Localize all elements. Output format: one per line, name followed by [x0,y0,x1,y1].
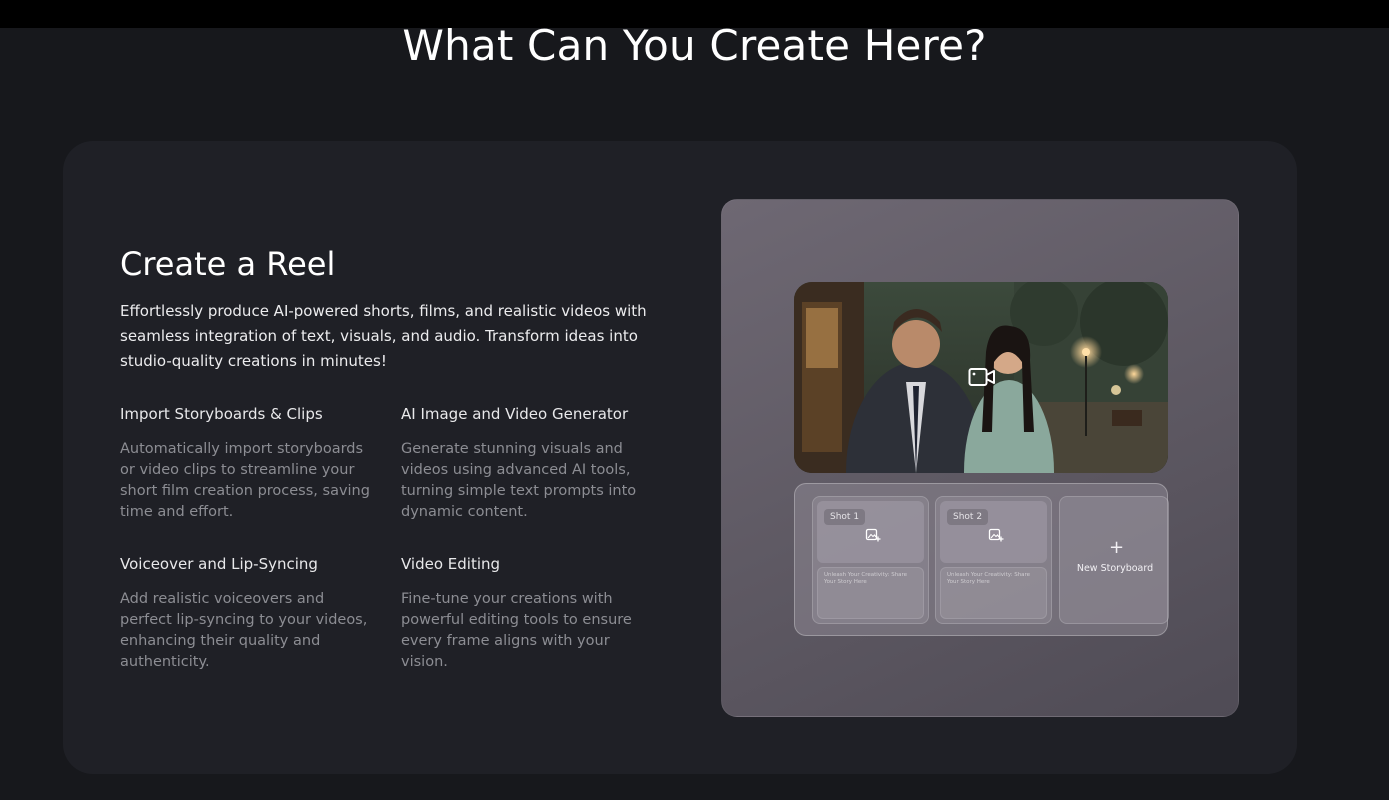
page-title: What Can You Create Here? [402,21,987,70]
shot-image-slot[interactable]: Shot 2 [940,501,1047,563]
storyboard-strip: Shot 1 Unleash Your Creativity: Share Yo… [794,483,1169,636]
shot-prompt-field[interactable]: Unleash Your Creativity: Share Your Stor… [817,567,924,619]
section-title: Create a Reel [120,245,336,283]
feature-title: Video Editing [401,555,501,573]
plus-icon: + [1109,537,1125,558]
feature-text: Add realistic voiceovers and perfect lip… [120,591,368,670]
feature-card: Create a Reel Effortlessly produce AI-po… [63,141,1297,774]
feature-text: Generate stunning visuals and videos usi… [401,441,637,520]
section-description: Effortlessly produce AI-powered shorts, … [120,302,647,370]
feature-title: AI Image and Video Generator [401,405,629,423]
feature-title: Import Storyboards & Clips [120,405,323,423]
feature-ai-generator: AI Image and Video Generator Generate st… [401,403,651,523]
shot-image-slot[interactable]: Shot 1 [817,501,924,563]
new-storyboard-label: New Storyboard [1076,563,1154,574]
video-preview[interactable] [794,282,1168,473]
feature-import-storyboards: Import Storyboards & Clips Automatically… [120,403,370,523]
feature-voiceover: Voiceover and Lip-Syncing Add realistic … [120,553,370,673]
shot-card-2[interactable]: Shot 2 Unleash Your Creativity: Share Yo… [935,496,1052,624]
new-storyboard-button[interactable]: + New Storyboard [1059,496,1169,624]
add-image-icon [865,528,881,542]
feature-title: Voiceover and Lip-Syncing [120,555,318,573]
feature-text: Automatically import storyboards or vide… [120,441,370,520]
preview-panel: Shot 1 Unleash Your Creativity: Share Yo… [721,199,1239,717]
feature-video-editing: Video Editing Fine-tune your creations w… [401,553,651,673]
shot-label: Shot 2 [947,509,989,525]
feature-text: Fine-tune your creations with powerful e… [401,591,632,670]
shot-card-1[interactable]: Shot 1 Unleash Your Creativity: Share Yo… [812,496,929,624]
video-camera-icon [968,368,995,386]
shot-label: Shot 1 [824,509,866,525]
shot-prompt-field[interactable]: Unleash Your Creativity: Share Your Stor… [940,567,1047,619]
add-image-icon [988,528,1004,542]
